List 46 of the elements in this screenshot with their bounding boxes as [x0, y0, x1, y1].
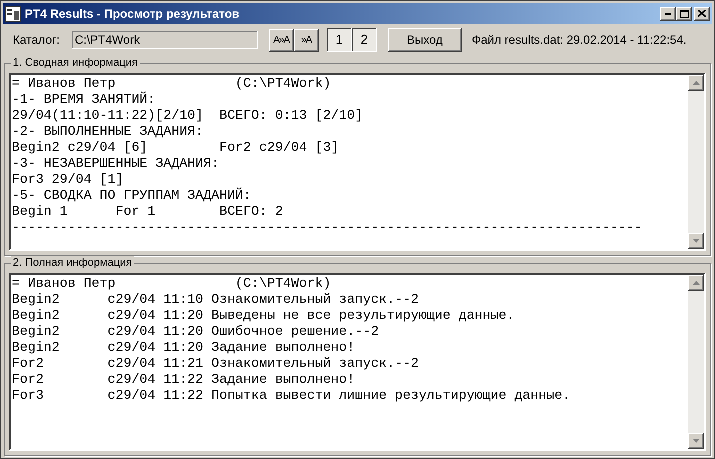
page-toggle-button[interactable]: 1 [326, 28, 352, 52]
text-line: -1- ВРЕМЯ ЗАНЯТИЙ: [12, 92, 157, 108]
text-line: = Иванов Петр (C:\PT4Work) [12, 76, 332, 92]
maximize-button[interactable] [676, 6, 692, 20]
window-title: PT4 Results - Просмотр результатов [25, 6, 240, 22]
text-line: 29/04(11:10-11:22)[2/10] ВСЕГО: 0:13 [2/10] [12, 108, 364, 124]
text-line: -2- ВЫПОЛНЕННЫЕ ЗАДАНИЯ: [12, 124, 205, 140]
scroll-down-button[interactable] [688, 233, 704, 249]
text-line: -3- НЕЗАВЕРШЕННЫЕ ЗАДАНИЯ: [12, 156, 220, 172]
font-size-button[interactable]: »A [294, 28, 319, 52]
text-line: Begin 1 For 1 ВСЕГО: 2 [12, 204, 284, 220]
text-line: Begin2 c29/04 [6] For2 c29/04 [3] [12, 140, 340, 156]
group-title: 2. Полная информация [11, 256, 134, 270]
page-toggle-button[interactable]: 2 [352, 28, 377, 52]
scrollbar[interactable] [688, 275, 704, 449]
catalog-field[interactable]: C:\PT4Work [72, 31, 258, 49]
text-line: Begin2 c29/04 11:20 Задание выполнено! [12, 340, 356, 356]
text-line: ------------------------------------------------------------------------------- [12, 220, 644, 236]
down-arrow-icon [692, 239, 700, 243]
down-arrow-icon [692, 439, 700, 443]
text-line: For2 c29/04 11:22 Задание выполнено! [12, 372, 356, 388]
text-line: Begin2 c29/04 11:20 Ошибочное решение.--2 [12, 324, 380, 340]
scroll-up-button[interactable] [688, 275, 704, 291]
close-icon [698, 10, 706, 17]
text-line: -5- СВОДКА ПО ГРУППАМ ЗАДАНИЙ: [12, 188, 252, 204]
up-arrow-icon [692, 281, 700, 285]
text-line: For3 c29/04 11:22 Попытка вывести лишние результирующие данные. [12, 388, 572, 404]
scrollbar[interactable] [688, 75, 704, 249]
group-title: 1. Сводная информация [11, 56, 140, 70]
exit-button[interactable]: Выход [388, 28, 462, 52]
scroll-down-button[interactable] [688, 433, 704, 449]
text-line: Begin2 c29/04 11:10 Ознакомительный запуск.--2 [12, 292, 420, 308]
scroll-up-button[interactable] [688, 75, 704, 91]
font-size-button[interactable]: A»A [268, 28, 294, 52]
text-line: = Иванов Петр (C:\PT4Work) [12, 276, 332, 292]
text-line: For3 29/04 [1] [12, 172, 125, 188]
text-line: Begin2 c29/04 11:20 Выведены не все результирующие данные. [12, 308, 516, 324]
minimize-icon [665, 12, 671, 14]
maximize-icon [680, 10, 688, 18]
app-icon [5, 6, 21, 22]
minimize-button[interactable] [660, 6, 676, 20]
text-line: For2 c29/04 11:21 Ознакомительный запуск.--2 [12, 356, 420, 372]
close-button[interactable] [694, 6, 710, 20]
file-info: Файл results.dat: 29.02.2014 - 11:22:54. [472, 32, 687, 49]
catalog-label: Каталог: [13, 32, 60, 49]
up-arrow-icon [692, 81, 700, 85]
